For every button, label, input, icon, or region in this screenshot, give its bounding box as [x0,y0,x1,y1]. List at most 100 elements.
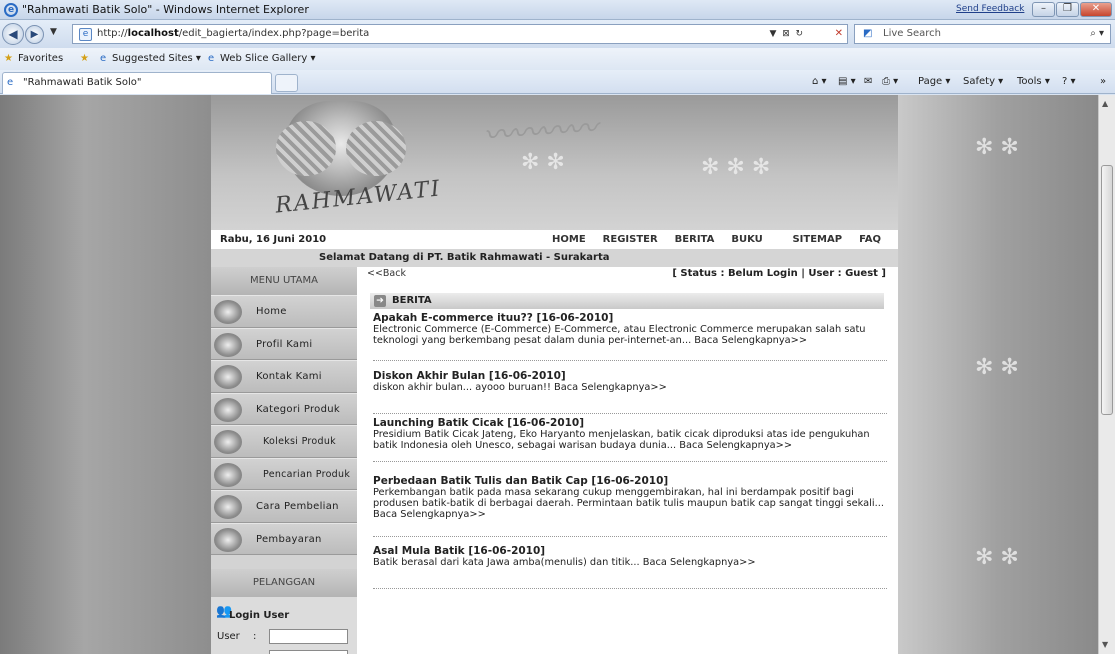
send-feedback-link[interactable]: Send Feedback [956,4,1024,14]
news-title[interactable]: Launching Batik Cicak [16-06-2010] [373,417,887,429]
close-button[interactable]: ✕ [1080,2,1112,17]
news-body: Batik berasal dari kata Jawa amba(menuli… [373,557,756,568]
recent-pages-dropdown-icon[interactable]: ▼ [50,27,57,37]
menu-item-pembayaran[interactable]: Pembayaran [211,522,357,555]
page-menu[interactable]: Page ▾ [918,70,950,94]
print-icon[interactable]: ⎙ ▾ [882,70,898,94]
garuda-icon [214,300,242,324]
news-title[interactable]: Apakah E-commerce ituu?? [16-06-2010] [373,312,887,324]
tab-title: "Rahmawati Batik Solo" [23,77,142,88]
new-tab-button[interactable] [275,74,298,92]
chevron-more-icon[interactable]: » [1100,70,1106,94]
news-body: Electronic Commerce (E-Commerce) E-Comme… [373,324,866,346]
safety-menu[interactable]: Safety ▾ [963,70,1003,94]
address-bar[interactable]: e http://localhost/edit_bagierta/index.p… [72,24,848,44]
welcome-marquee: Selamat Datang di PT. Batik Rahmawati - … [211,249,898,267]
address-dropdown-icon[interactable]: ▼ ⊠ ↻ [770,25,803,43]
live-search-icon: ◩ [863,28,873,39]
favorites-button[interactable]: Favorites [18,48,63,70]
pelanggan-heading: PELANGGAN [211,569,357,597]
news-body: diskon akhir bulan... ayooo buruan!! Bac… [373,382,667,393]
current-date: Rabu, 16 Juni 2010 [220,234,327,245]
scroll-up-icon[interactable]: ▲ [1102,99,1108,108]
menu-item-pencarian-produk[interactable]: Pencarian Produk [211,457,357,490]
news-divider [373,360,887,361]
news-title[interactable]: Asal Mula Batik [16-06-2010] [373,545,887,557]
garuda-icon [214,527,242,552]
back-link[interactable]: <<Back [367,268,406,279]
news-title[interactable]: Perbedaan Batik Tulis dan Batik Cap [16-… [373,475,887,487]
help-icon[interactable]: ? ▾ [1062,70,1076,94]
url-prefix: http:// [97,28,128,39]
scrollbar-thumb[interactable] [1101,165,1113,415]
page-icon: e [79,28,92,41]
tools-menu[interactable]: Tools ▾ [1017,70,1050,94]
user-input[interactable] [269,629,348,644]
news-item: Asal Mula Batik [16-06-2010] Batik beras… [373,545,887,589]
web-slice-gallery-link[interactable]: Web Slice Gallery ▾ [220,48,316,70]
arrow-right-icon: ➔ [374,295,386,307]
logo-wing [276,121,336,176]
news-item: Perbedaan Batik Tulis dan Batik Cap [16-… [373,475,887,537]
web-slice-icon: e [208,53,215,64]
garuda-icon [214,365,242,389]
favorites-star-icon: ★ [4,53,13,64]
menu-item-label: Cara Pembelian [256,501,339,512]
news-body: Presidium Batik Cicak Jateng, Eko Haryan… [373,429,870,451]
left-background [0,95,211,654]
site-page: RAHMAWATI 〰〰〰〰 ✻ ✻ ✻ ✻ ✻ Rabu, 16 Juni 2… [211,95,898,654]
garuda-icon [214,430,242,454]
flower-ornament: ✻ ✻ [521,150,565,175]
berita-section-header: ➔ BERITA [370,293,884,309]
page-viewport: ✻ ✻ ✻ ✻ ✻ ✻ RAHMAWATI 〰〰〰〰 ✻ ✻ ✻ ✻ ✻ Rab… [0,95,1098,654]
suggested-sites-icon: e [100,53,107,64]
maximize-button[interactable]: ❐ [1056,2,1079,17]
menu-spacer [211,555,357,569]
suggested-sites-link[interactable]: Suggested Sites ▾ [112,48,201,70]
search-icon[interactable]: ⌕ ▾ [1090,25,1104,43]
news-divider [373,536,887,537]
main-content: <<Back [ Status : Belum Login | User : G… [367,267,898,654]
logo-wing [346,121,406,176]
home-icon[interactable]: ⌂ ▾ [812,70,827,94]
menu-item-cara-pembelian[interactable]: Cara Pembelian [211,490,357,523]
news-item: Apakah E-commerce ituu?? [16-06-2010] El… [373,312,887,361]
top-strip: Rabu, 16 Juni 2010 HOME REGISTER BERITA … [211,230,898,264]
scroll-down-icon[interactable]: ▼ [1102,640,1108,649]
garuda-icon [214,462,242,487]
password-input[interactable] [269,650,348,654]
search-box[interactable]: ◩ Live Search ⌕ ▾ [854,24,1111,44]
minimize-button[interactable]: – [1032,2,1055,17]
news-divider [373,413,887,414]
flower-ornament: ✻ ✻ [975,135,1019,160]
menu-item-koleksi-produk[interactable]: Koleksi Produk [211,425,357,458]
read-mail-icon[interactable]: ✉ [864,70,872,94]
stop-icon[interactable]: ✕ [835,25,843,43]
news-divider [373,588,887,589]
menu-item-label: Profil Kami [256,338,313,350]
menu-item-label: Pembayaran [256,533,322,545]
window-titlebar: e "Rahmawati Batik Solo" - Windows Inter… [0,0,1115,20]
tab-rahmawati[interactable]: e "Rahmawati Batik Solo" [2,72,272,94]
add-favorites-icon[interactable]: ★ [80,48,89,70]
menu-item-kategori-produk[interactable]: Kategori Produk [211,392,357,425]
menu-item-kontak-kami[interactable]: Kontak Kami [211,360,357,393]
site-banner: RAHMAWATI 〰〰〰〰 ✻ ✻ ✻ ✻ ✻ [211,95,898,230]
user-label: User [217,631,240,642]
feeds-icon[interactable]: ▤ ▾ [838,70,856,94]
vertical-scrollbar[interactable]: ▲ ▼ [1098,95,1115,654]
news-divider [373,461,887,462]
menu-item-label: Pencarian Produk [263,468,351,480]
forward-button[interactable]: ▶ [25,25,44,44]
login-panel: 👥 Login User User : [211,597,357,654]
tab-page-icon: e [7,77,14,88]
menu-item-label: Koleksi Produk [263,436,336,447]
menu-item-profil-kami[interactable]: Profil Kami [211,327,357,360]
back-button[interactable]: ◀ [2,23,24,45]
url-host: localhost [127,28,179,39]
menu-item-home[interactable]: Home [211,295,357,328]
window-title: "Rahmawati Batik Solo" - Windows Interne… [22,3,309,16]
news-title[interactable]: Diskon Akhir Bulan [16-06-2010] [373,370,887,382]
menu-item-label: Kontak Kami [256,371,322,382]
garuda-icon [214,397,242,422]
